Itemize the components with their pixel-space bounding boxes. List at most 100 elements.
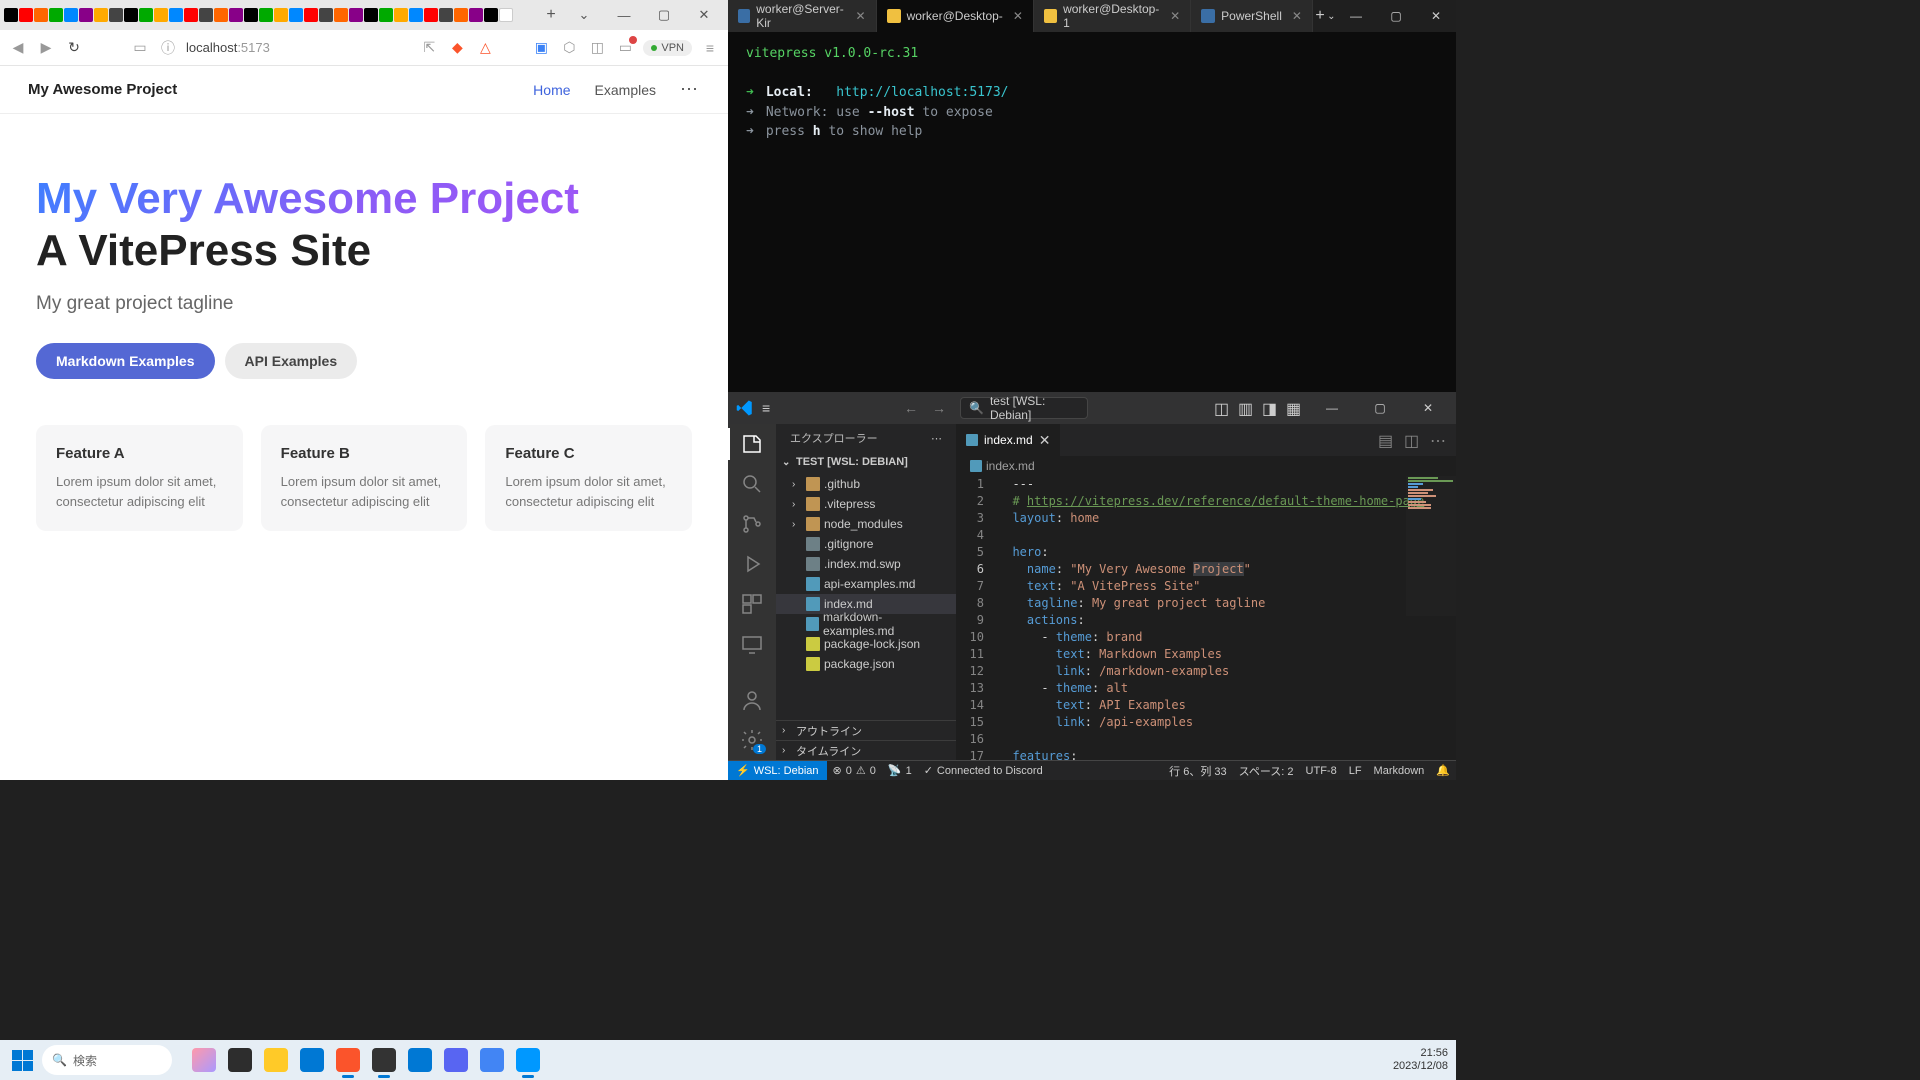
source-control-icon[interactable] bbox=[740, 512, 764, 536]
site-title[interactable]: My Awesome Project bbox=[28, 81, 177, 98]
tree-file[interactable]: .gitignore bbox=[776, 534, 956, 554]
taskbar-app[interactable] bbox=[296, 1044, 328, 1076]
tree-folder[interactable]: ›.vitepress bbox=[776, 494, 956, 514]
taskbar-app[interactable] bbox=[260, 1044, 292, 1076]
code-content[interactable]: --- # https://vitepress.dev/reference/de… bbox=[998, 476, 1456, 760]
debug-icon[interactable] bbox=[740, 552, 764, 576]
maximize-button[interactable]: ▢ bbox=[644, 0, 684, 30]
language-status[interactable]: Markdown bbox=[1368, 761, 1431, 780]
terminal-tab[interactable]: worker@Desktop-✕ bbox=[877, 0, 1034, 32]
extensions-icon[interactable] bbox=[740, 592, 764, 616]
terminal-output[interactable]: vitepress v1.0.0-rc.31 ➜Local: http://lo… bbox=[728, 32, 1456, 392]
taskbar-app[interactable] bbox=[368, 1044, 400, 1076]
tab-dropdown-icon[interactable]: ⌄ bbox=[1327, 11, 1336, 22]
sidebar-icon[interactable]: ◫ bbox=[587, 38, 607, 58]
compare-icon[interactable]: ▤ bbox=[1378, 431, 1396, 449]
timeline-section[interactable]: ›タイムライン bbox=[776, 740, 956, 760]
close-icon[interactable]: ✕ bbox=[1039, 432, 1051, 449]
layout-icon[interactable]: ▦ bbox=[1286, 399, 1304, 417]
taskbar-app[interactable] bbox=[188, 1044, 220, 1076]
command-center[interactable]: 🔍test [WSL: Debian] bbox=[960, 397, 1088, 419]
maximize-button[interactable]: ▢ bbox=[1376, 0, 1416, 32]
close-button[interactable]: ✕ bbox=[684, 0, 724, 30]
extension-icon[interactable]: ▣ bbox=[531, 38, 551, 58]
markdown-examples-button[interactable]: Markdown Examples bbox=[36, 343, 215, 379]
taskbar-app[interactable] bbox=[224, 1044, 256, 1076]
layout-icon[interactable]: ◫ bbox=[1214, 399, 1232, 417]
code-editor[interactable]: 12345678910111213141516171819 20 --- # h… bbox=[956, 476, 1456, 760]
nav-home[interactable]: Home bbox=[533, 82, 570, 98]
remote-status[interactable]: ⚡WSL: Debian bbox=[728, 761, 827, 780]
browser-tab-strip[interactable] bbox=[4, 8, 538, 22]
encoding-status[interactable]: UTF-8 bbox=[1300, 761, 1343, 780]
search-icon[interactable] bbox=[740, 472, 764, 496]
taskbar-app[interactable] bbox=[512, 1044, 544, 1076]
discord-status[interactable]: ✓Connected to Discord bbox=[918, 761, 1049, 780]
tree-file[interactable]: api-examples.md bbox=[776, 574, 956, 594]
remote-icon[interactable] bbox=[740, 632, 764, 656]
maximize-button[interactable]: ▢ bbox=[1360, 401, 1400, 415]
layout-icon[interactable]: ▥ bbox=[1238, 399, 1256, 417]
project-header[interactable]: ⌄TEST [WSL: DEBIAN] bbox=[776, 452, 956, 472]
explorer-icon[interactable] bbox=[740, 432, 764, 456]
new-tab-button[interactable]: + bbox=[1313, 7, 1327, 25]
eol-status[interactable]: LF bbox=[1343, 761, 1368, 780]
minimize-button[interactable]: ― bbox=[1312, 401, 1352, 415]
vpn-badge[interactable]: VPN bbox=[643, 40, 692, 56]
url-bar[interactable]: localhost:5173 bbox=[186, 40, 270, 55]
tree-folder[interactable]: ›node_modules bbox=[776, 514, 956, 534]
wallet-icon[interactable]: ▭ bbox=[615, 38, 635, 58]
notifications-icon[interactable]: 🔔 bbox=[1430, 761, 1456, 780]
chevron-down-icon[interactable]: ⌄ bbox=[564, 0, 604, 30]
puzzle-icon[interactable]: ⬡ bbox=[559, 38, 579, 58]
close-icon[interactable]: ✕ bbox=[1292, 9, 1302, 23]
share-icon[interactable]: ⇱ bbox=[419, 38, 439, 58]
close-icon[interactable]: ✕ bbox=[1170, 9, 1180, 23]
clock[interactable]: 21:56 2023/12/08 bbox=[1393, 1047, 1448, 1073]
problems-status[interactable]: ⊗0⚠0 bbox=[827, 761, 882, 780]
nav-forward-icon[interactable]: → bbox=[932, 400, 952, 416]
indent-status[interactable]: スペース: 2 bbox=[1233, 761, 1300, 780]
taskbar-app[interactable] bbox=[476, 1044, 508, 1076]
system-tray[interactable]: 21:56 2023/12/08 bbox=[1393, 1047, 1448, 1073]
shield-icon[interactable]: ◆ bbox=[447, 38, 467, 58]
cursor-status[interactable]: 行 6、列 33 bbox=[1163, 761, 1232, 780]
new-tab-button[interactable]: + bbox=[539, 3, 563, 27]
minimize-button[interactable]: ― bbox=[604, 0, 644, 30]
nav-examples[interactable]: Examples bbox=[595, 82, 656, 98]
forward-button[interactable]: ▶ bbox=[36, 38, 56, 58]
layout-icon[interactable]: ◨ bbox=[1262, 399, 1280, 417]
back-button[interactable]: ◀ bbox=[8, 38, 28, 58]
tree-file[interactable]: .index.md.swp bbox=[776, 554, 956, 574]
minimap[interactable] bbox=[1406, 476, 1456, 616]
tree-file[interactable]: package.json bbox=[776, 654, 956, 674]
minimize-button[interactable]: ― bbox=[1336, 0, 1376, 32]
tree-file[interactable]: markdown-examples.md bbox=[776, 614, 956, 634]
taskbar-app[interactable] bbox=[440, 1044, 472, 1076]
nav-back-icon[interactable]: ← bbox=[904, 400, 924, 416]
more-icon[interactable]: ⋯ bbox=[931, 432, 942, 445]
terminal-tab[interactable]: PowerShell✕ bbox=[1191, 0, 1313, 32]
breadcrumb[interactable]: index.md bbox=[956, 456, 1456, 476]
terminal-tab[interactable]: worker@Server-Kir✕ bbox=[728, 0, 877, 32]
nav-more-icon[interactable]: ⋯ bbox=[680, 79, 700, 100]
close-button[interactable]: ✕ bbox=[1408, 401, 1448, 415]
start-button[interactable] bbox=[8, 1046, 36, 1074]
api-examples-button[interactable]: API Examples bbox=[225, 343, 358, 379]
split-icon[interactable]: ◫ bbox=[1404, 431, 1422, 449]
ports-status[interactable]: 📡1 bbox=[882, 761, 918, 780]
local-url-link[interactable]: http://localhost:5173/ bbox=[836, 85, 1008, 100]
bookmark-icon[interactable]: ▭ bbox=[130, 38, 150, 58]
more-icon[interactable]: ⋯ bbox=[1430, 431, 1448, 449]
close-icon[interactable]: ✕ bbox=[856, 9, 866, 23]
taskbar-app[interactable] bbox=[404, 1044, 436, 1076]
taskbar-search[interactable]: 🔍検索 bbox=[42, 1045, 172, 1075]
tree-folder[interactable]: ›.github bbox=[776, 474, 956, 494]
editor-tab[interactable]: index.md✕ bbox=[956, 424, 1060, 456]
settings-icon[interactable]: 1 bbox=[740, 728, 764, 752]
account-icon[interactable] bbox=[740, 688, 764, 712]
site-info-icon[interactable]: ⓘ bbox=[158, 38, 178, 58]
terminal-tab[interactable]: worker@Desktop-1✕ bbox=[1034, 0, 1191, 32]
close-icon[interactable]: ✕ bbox=[1013, 9, 1023, 23]
menu-icon[interactable]: ≡ bbox=[762, 400, 778, 416]
